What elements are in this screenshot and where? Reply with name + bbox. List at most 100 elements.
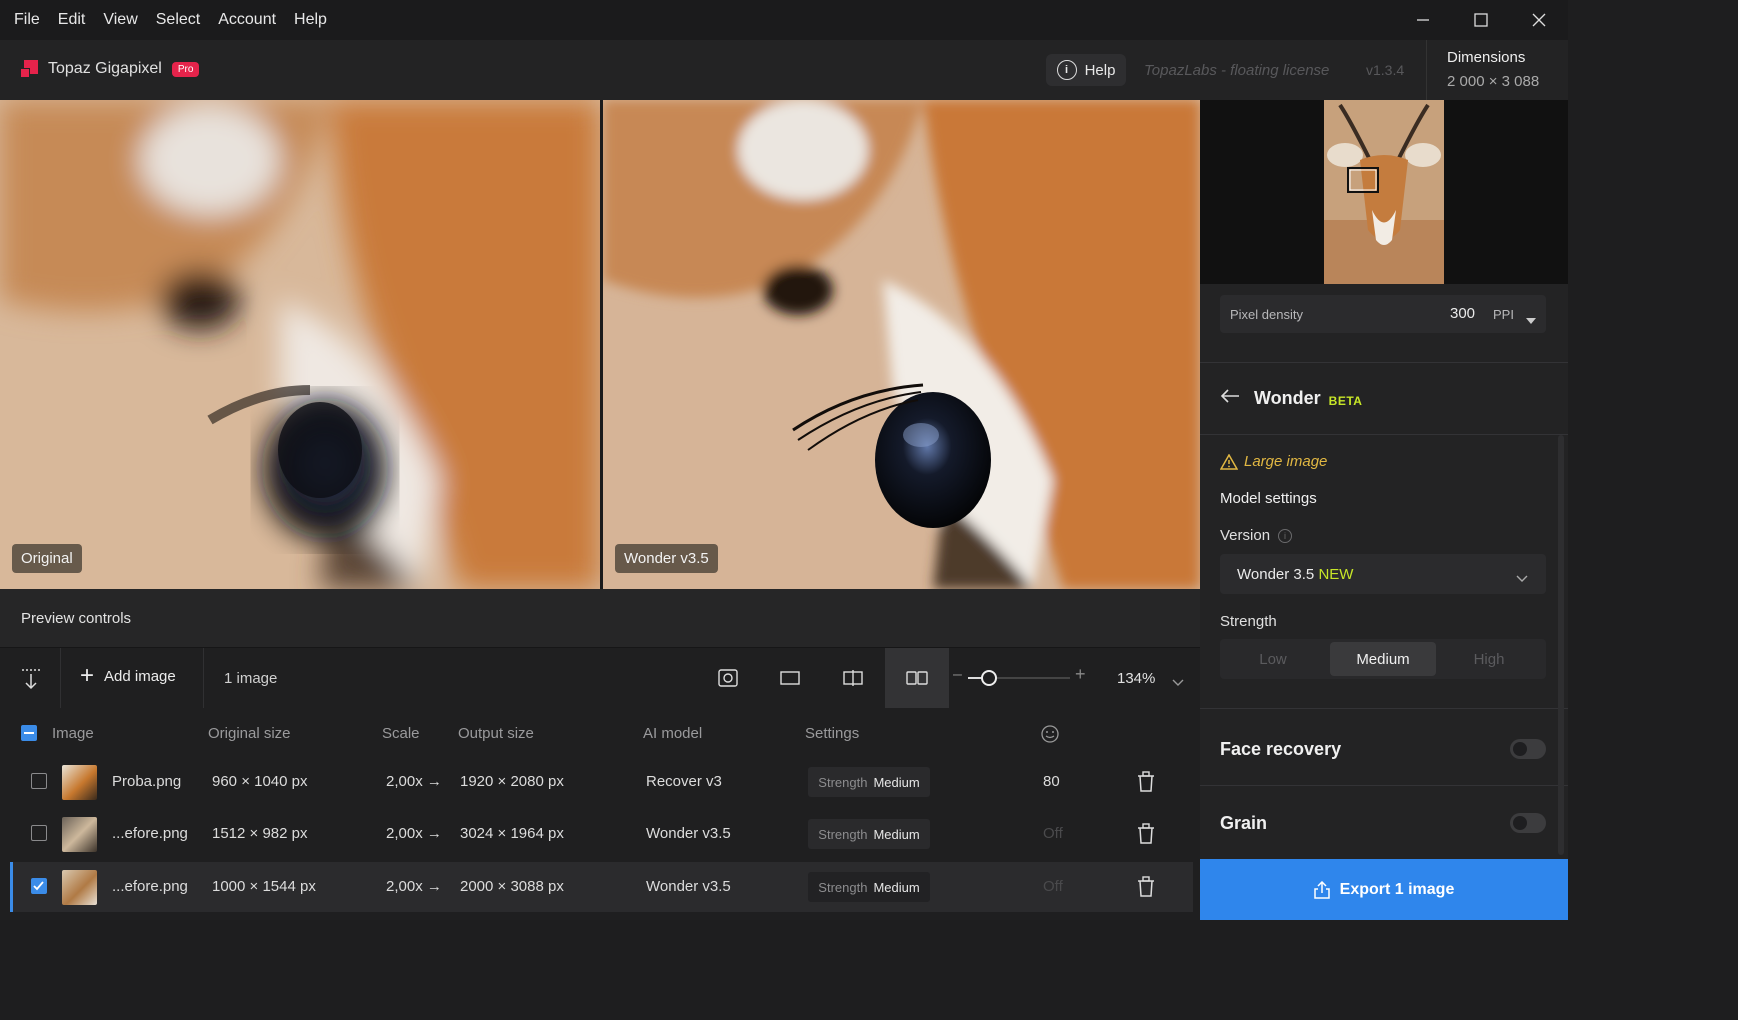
output-size: 1920 × 2080 px — [460, 773, 564, 790]
side-by-side-button[interactable] — [885, 648, 949, 708]
minimize-button[interactable] — [1394, 0, 1452, 40]
trash-icon[interactable] — [1136, 771, 1156, 798]
row-checkbox[interactable] — [31, 773, 47, 789]
version-dropdown[interactable]: Wonder 3.5 NEW — [1220, 554, 1546, 594]
snapshot-button[interactable] — [696, 648, 760, 708]
ai-model: Wonder v3.5 — [646, 878, 731, 895]
header-original-size[interactable]: Original size — [208, 725, 291, 742]
pixel-density-unit[interactable]: PPI — [1493, 307, 1514, 322]
menu-account[interactable]: Account — [218, 11, 276, 29]
menu-file[interactable]: File — [14, 11, 40, 29]
help-button[interactable]: i Help — [1046, 54, 1126, 86]
pro-badge: Pro — [171, 61, 200, 77]
zoom-out-icon[interactable]: – — [953, 666, 962, 684]
dimensions-label: Dimensions — [1447, 49, 1526, 66]
menu-edit[interactable]: Edit — [58, 11, 86, 29]
face-icon — [1041, 725, 1059, 748]
face-recovery-toggle[interactable] — [1510, 739, 1546, 759]
strength-medium[interactable]: Medium — [1330, 642, 1436, 676]
split-view-icon — [843, 670, 863, 686]
maximize-button[interactable] — [1452, 0, 1510, 40]
header-image[interactable]: Image — [52, 725, 94, 742]
version-value: Wonder 3.5 NEW — [1237, 566, 1354, 583]
face-recovery-label: Face recovery — [1220, 739, 1342, 759]
pixel-density-value[interactable]: 300 — [1450, 305, 1475, 322]
face-value: Off — [1043, 825, 1063, 842]
header-ai-model[interactable]: AI model — [643, 725, 702, 742]
zoom-slider-handle[interactable] — [981, 670, 998, 686]
processed-preview[interactable]: Wonder v3.5 — [603, 100, 1200, 589]
original-size: 1512 × 982 px — [212, 825, 308, 842]
trash-icon[interactable] — [1136, 876, 1156, 903]
strength-high[interactable]: High — [1436, 639, 1542, 679]
dimensions-panel: Dimensions 2 000 × 3 088 — [1426, 40, 1569, 100]
menu-help[interactable]: Help — [294, 11, 327, 29]
sidebar-scrollbar[interactable] — [1558, 435, 1564, 855]
model-settings-label: Model settings — [1220, 490, 1317, 507]
original-preview[interactable]: Original — [0, 100, 600, 589]
thumbnail — [62, 870, 97, 905]
table-row[interactable]: Proba.png 960 × 1040 px 2,00x → 1920 × 2… — [0, 757, 1190, 807]
ai-model: Wonder v3.5 — [646, 825, 731, 842]
import-icon[interactable] — [20, 668, 42, 695]
divider — [1200, 785, 1568, 786]
info-icon[interactable]: i — [1278, 528, 1293, 543]
close-button[interactable] — [1510, 0, 1568, 40]
scale: 2,00x → — [386, 773, 442, 790]
strength-low[interactable]: Low — [1220, 639, 1326, 679]
strength-selector: Low Medium High — [1220, 639, 1546, 679]
header-settings[interactable]: Settings — [805, 725, 859, 742]
divider — [1200, 362, 1568, 363]
file-name: ...efore.png — [112, 825, 188, 842]
navigator-preview[interactable] — [1200, 100, 1568, 284]
settings-chip[interactable]: Strength Medium — [808, 872, 930, 902]
select-all-checkbox[interactable] — [21, 725, 37, 741]
navigator-thumbnail — [1324, 100, 1444, 284]
back-arrow-icon[interactable] — [1220, 389, 1240, 408]
topaz-logo-icon — [20, 60, 38, 78]
warning-icon — [1220, 453, 1238, 470]
large-image-warning: Large image — [1220, 453, 1327, 470]
table-row[interactable]: ...efore.png 1000 × 1544 px 2,00x → 2000… — [10, 862, 1193, 912]
image-table: Image Original size Scale Output size AI… — [0, 708, 1200, 920]
version-text: v1.3.4 — [1366, 62, 1405, 78]
image-count: 1 image — [224, 670, 278, 687]
info-icon: i — [1056, 60, 1077, 80]
app-name: Topaz Gigapixel — [48, 60, 162, 77]
menu-bar: File Edit View Select Account Help — [0, 0, 1568, 40]
settings-chip[interactable]: Strength Medium — [808, 819, 930, 849]
toolbar-separator — [60, 648, 61, 708]
beta-badge: BETA — [1328, 393, 1363, 408]
original-tag: Original — [12, 544, 82, 573]
header-output-size[interactable]: Output size — [458, 725, 534, 742]
license-text: TopazLabs - floating license — [1144, 62, 1330, 79]
caret-down-icon[interactable] — [1526, 311, 1536, 329]
row-checkbox[interactable] — [31, 825, 47, 841]
menu-view[interactable]: View — [103, 11, 137, 29]
chevron-down-icon — [1516, 570, 1528, 588]
single-view-button[interactable] — [758, 648, 822, 708]
original-image — [0, 100, 600, 589]
header-scale[interactable]: Scale — [382, 725, 420, 742]
zoom-value[interactable]: 134% — [1117, 670, 1155, 687]
original-size: 1000 × 1544 px — [212, 878, 316, 895]
divider — [1200, 434, 1568, 435]
preview-controls-header[interactable]: Preview controls — [0, 589, 1200, 648]
version-label: Version i — [1220, 527, 1293, 544]
pixel-density-field[interactable]: Pixel density 300 PPI — [1220, 295, 1546, 333]
chevron-down-icon[interactable] — [1172, 674, 1184, 692]
zoom-in-icon[interactable]: + — [1075, 664, 1086, 685]
face-value: Off — [1043, 878, 1063, 895]
trash-icon[interactable] — [1136, 823, 1156, 850]
ai-model: Recover v3 — [646, 773, 722, 790]
dimensions-value: 2 000 × 3 088 — [1447, 73, 1540, 90]
add-image-button[interactable]: + Add image — [80, 664, 176, 688]
export-button[interactable]: Export 1 image — [1200, 859, 1568, 920]
table-row[interactable]: ...efore.png 1512 × 982 px 2,00x → 3024 … — [0, 809, 1190, 859]
split-view-button[interactable] — [821, 648, 885, 708]
row-checkbox[interactable] — [31, 878, 47, 894]
menu-select[interactable]: Select — [156, 11, 200, 29]
app-logo: Topaz Gigapixel Pro — [20, 60, 200, 78]
settings-chip[interactable]: Strength Medium — [808, 767, 930, 797]
grain-toggle[interactable] — [1510, 813, 1546, 833]
